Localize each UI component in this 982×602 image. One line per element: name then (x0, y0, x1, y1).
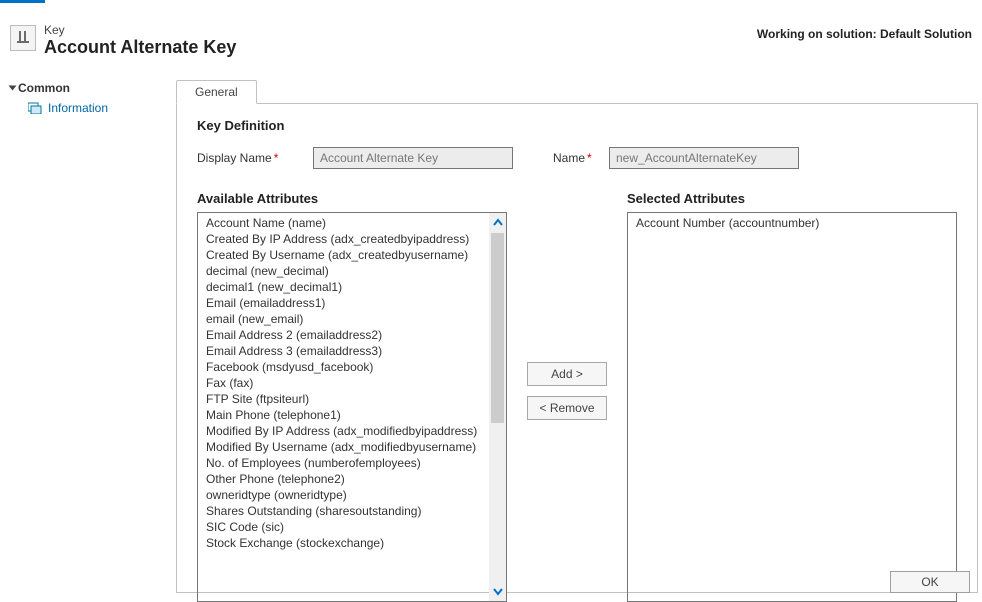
section-title: Key Definition (197, 118, 957, 133)
ok-button[interactable]: OK (890, 571, 970, 593)
list-item[interactable]: Main Phone (telephone1) (198, 407, 506, 423)
scroll-thumb[interactable] (491, 233, 504, 423)
sidebar-section-common[interactable]: Common (10, 78, 166, 98)
list-item[interactable]: FTP Site (ftpsiteurl) (198, 391, 506, 407)
display-name-label: Display Name* (197, 151, 307, 165)
list-item[interactable]: email (new_email) (198, 311, 506, 327)
list-item[interactable]: Email (emailaddress1) (198, 295, 506, 311)
list-item[interactable]: Other Phone (telephone2) (198, 471, 506, 487)
list-item[interactable]: Fax (fax) (198, 375, 506, 391)
list-item[interactable]: Shares Outstanding (sharesoutstanding) (198, 503, 506, 519)
name-field[interactable] (609, 147, 799, 169)
solution-label: Working on solution: Default Solution (757, 23, 972, 41)
scrollbar[interactable] (489, 213, 506, 601)
display-name-field[interactable] (313, 147, 513, 169)
list-item[interactable]: Account Number (accountnumber) (628, 215, 956, 231)
list-item[interactable]: Created By IP Address (adx_createdbyipad… (198, 231, 506, 247)
remove-button[interactable]: < Remove (527, 396, 607, 420)
key-icon (10, 25, 36, 51)
list-item[interactable]: Created By Username (adx_createdbyuserna… (198, 247, 506, 263)
information-icon (28, 102, 42, 114)
available-attributes-heading: Available Attributes (197, 191, 507, 206)
sidebar-section-label: Common (18, 81, 70, 95)
list-item[interactable]: Email Address 3 (emailaddress3) (198, 343, 506, 359)
add-button[interactable]: Add > (527, 362, 607, 386)
entity-type-label: Key (44, 23, 236, 37)
list-item[interactable]: Modified By IP Address (adx_modifiedbyip… (198, 423, 506, 439)
sidebar: Common Information (0, 78, 176, 601)
sidebar-item-information[interactable]: Information (10, 98, 166, 118)
list-item[interactable]: owneridtype (owneridtype) (198, 487, 506, 503)
list-item[interactable]: Stock Exchange (stockexchange) (198, 535, 506, 551)
list-item[interactable]: SIC Code (sic) (198, 519, 506, 535)
available-attributes-list[interactable]: Account Name (name)Created By IP Address… (197, 212, 507, 602)
scroll-up-icon[interactable] (489, 213, 506, 233)
selected-attributes-list[interactable]: Account Number (accountnumber) (627, 212, 957, 602)
list-item[interactable]: decimal (new_decimal) (198, 263, 506, 279)
name-label: Name* (553, 151, 603, 165)
scroll-down-icon[interactable] (489, 581, 506, 601)
tab-general[interactable]: General (176, 80, 257, 104)
list-item[interactable]: No. of Employees (numberofemployees) (198, 455, 506, 471)
list-item[interactable]: Email Address 2 (emailaddress2) (198, 327, 506, 343)
selected-attributes-heading: Selected Attributes (627, 191, 957, 206)
page-title: Account Alternate Key (44, 37, 236, 58)
collapse-icon (9, 86, 17, 91)
sidebar-item-label: Information (48, 101, 108, 115)
list-item[interactable]: Facebook (msdyusd_facebook) (198, 359, 506, 375)
list-item[interactable]: Modified By Username (adx_modifiedbyuser… (198, 439, 506, 455)
list-item[interactable]: decimal1 (new_decimal1) (198, 279, 506, 295)
list-item[interactable]: Account Name (name) (198, 215, 506, 231)
